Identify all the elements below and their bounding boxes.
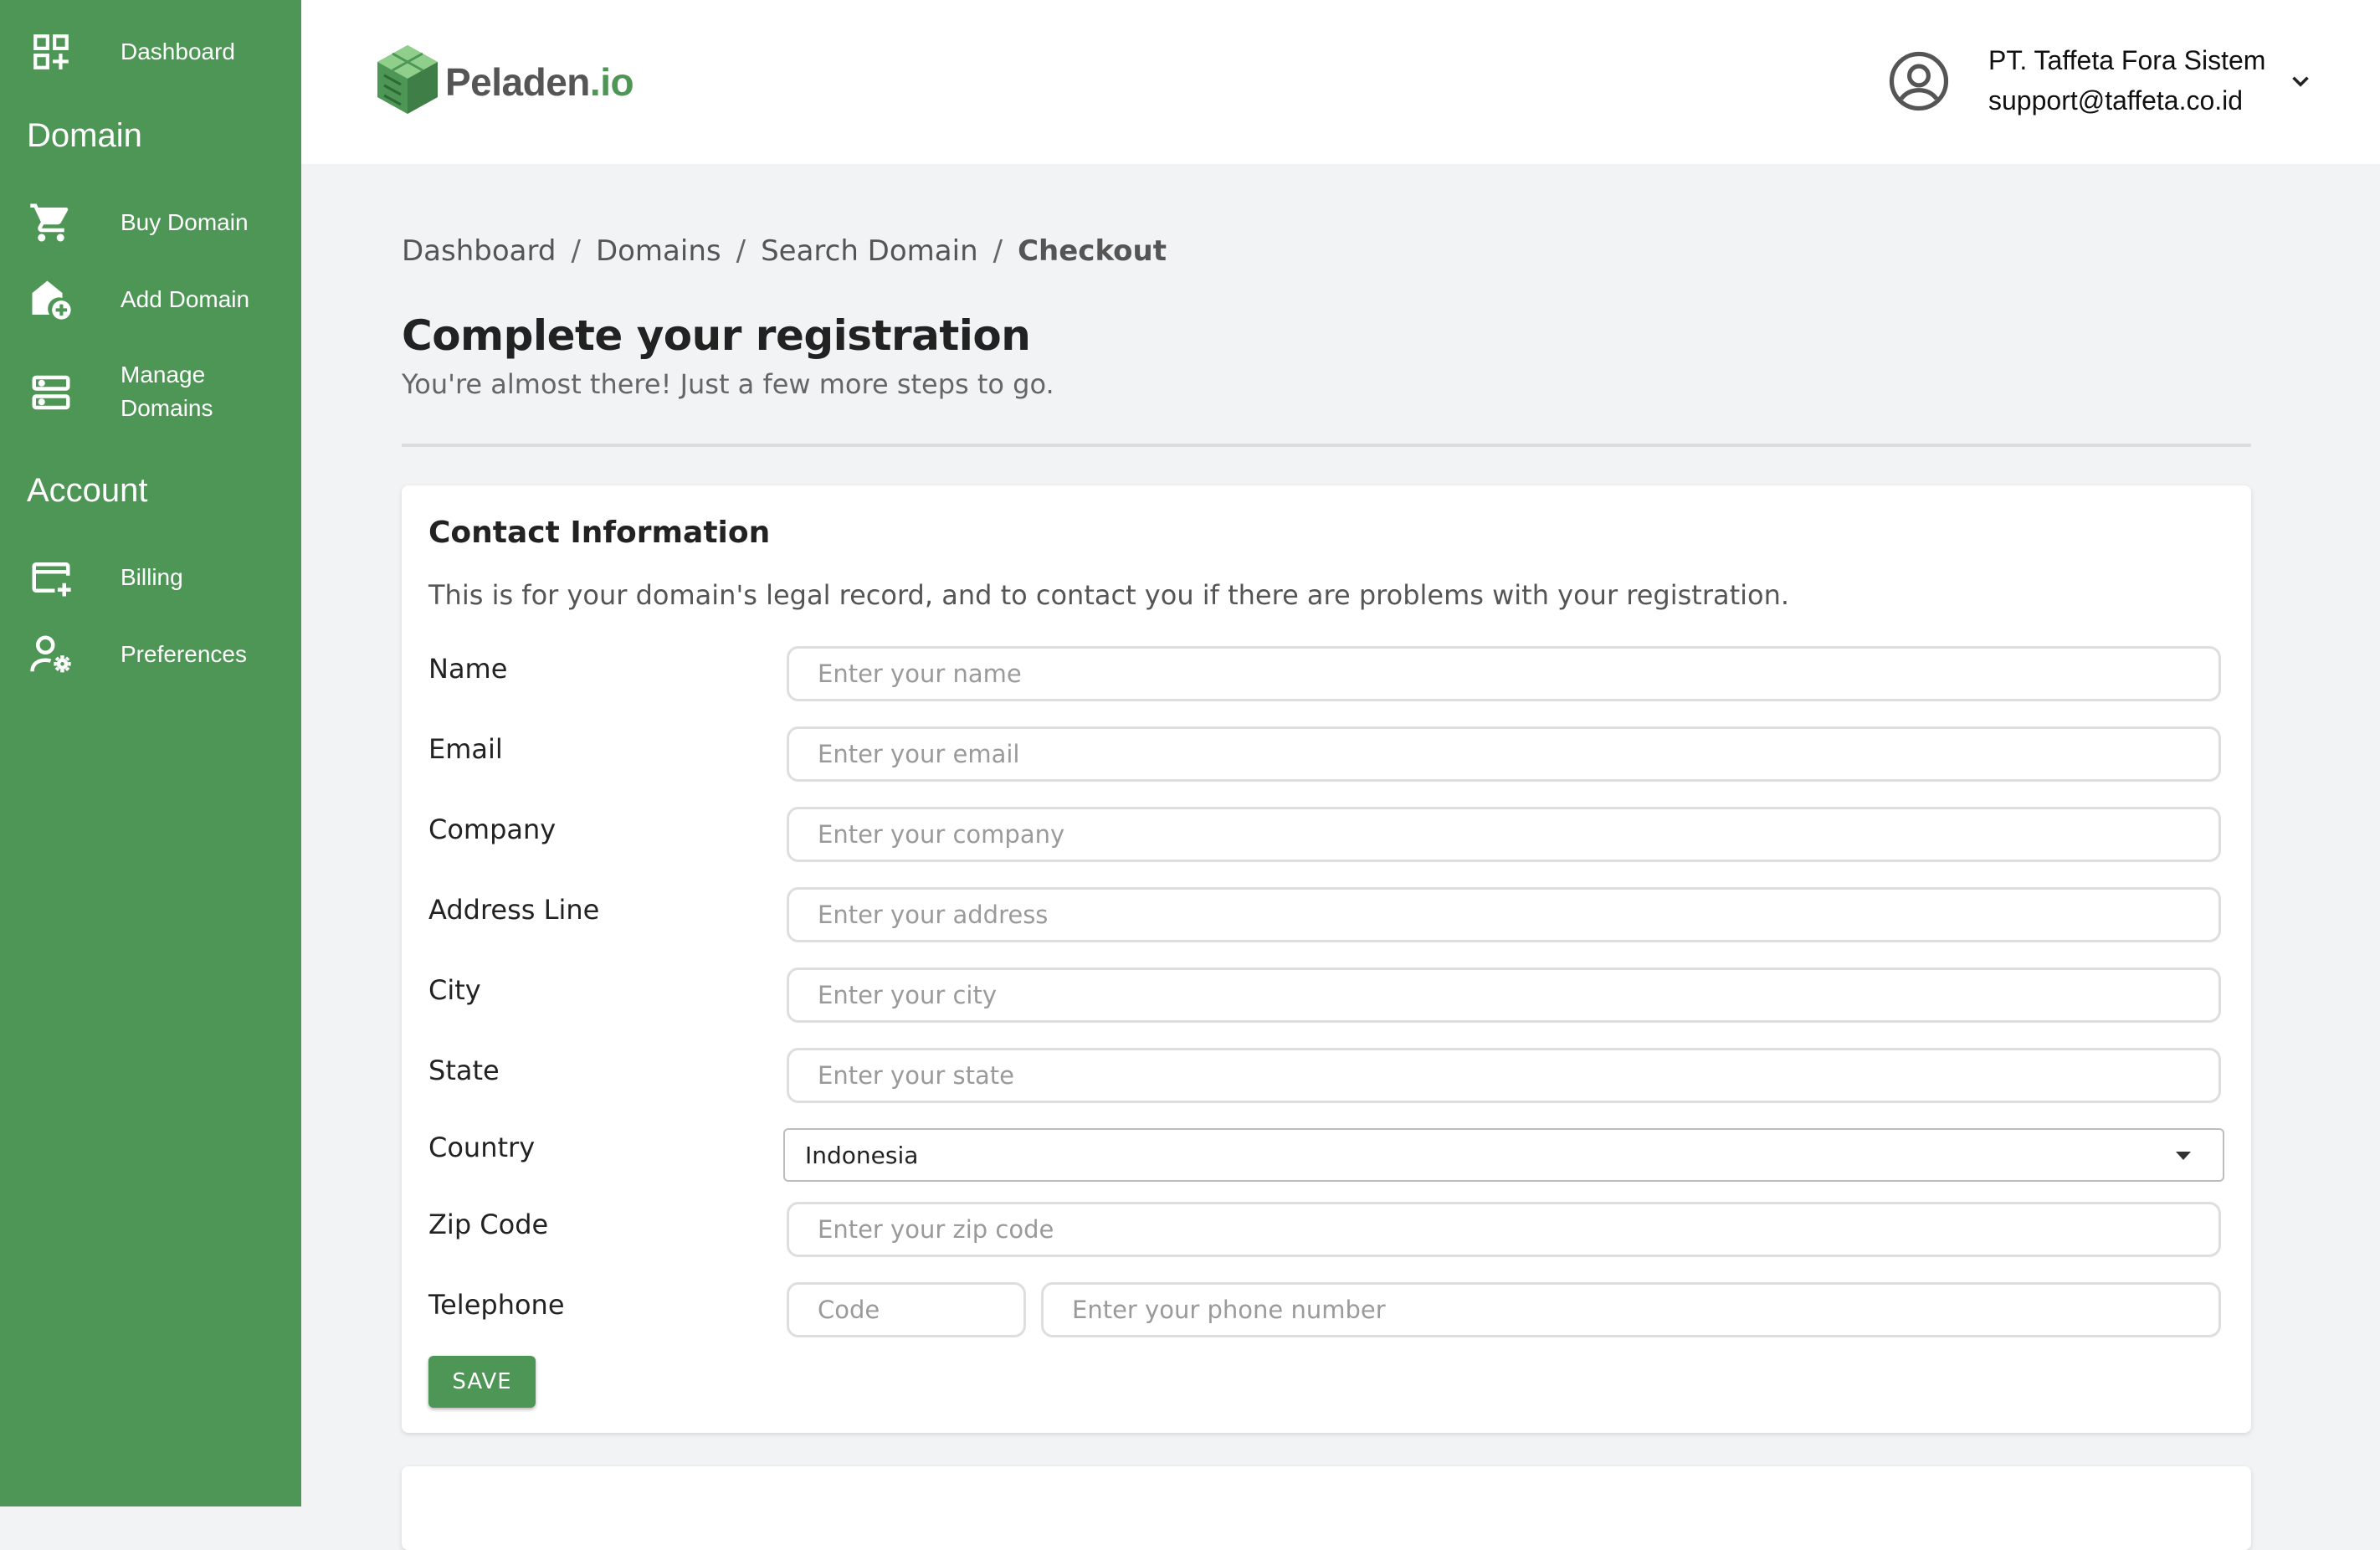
name-label: Name	[428, 653, 508, 685]
sidebar-item-label: Manage Domains	[121, 362, 213, 421]
state-input[interactable]	[787, 1048, 2221, 1103]
breadcrumb-domains[interactable]: Domains	[596, 234, 721, 268]
save-button[interactable]: SAVE	[428, 1356, 536, 1408]
company-label: Company	[428, 813, 557, 845]
breadcrumb-search-domain[interactable]: Search Domain	[761, 234, 978, 268]
sidebar-item-buy-domain[interactable]: Buy Domain	[0, 199, 301, 246]
divider	[402, 444, 2251, 447]
sidebar: Dashboard Domain Buy Domain Add Domain M…	[0, 0, 301, 1506]
city-input[interactable]	[787, 967, 2221, 1023]
sidebar-item-label: Add Domain	[121, 286, 250, 312]
sidebar-item-add-domain[interactable]: Add Domain	[0, 276, 301, 323]
user-email: support@taffeta.co.id	[1988, 85, 2244, 115]
zip-input[interactable]	[787, 1202, 2221, 1257]
logo[interactable]: Peladen.io	[373, 42, 634, 121]
top-header: Peladen.io PT. Taffeta Fora Sistem suppo…	[301, 0, 2380, 164]
email-input[interactable]	[787, 726, 2221, 782]
breadcrumb-separator: /	[736, 234, 746, 268]
address-label: Address Line	[428, 894, 600, 926]
state-label: State	[428, 1055, 500, 1086]
email-label: Email	[428, 733, 503, 765]
sidebar-section-domain: Domain	[27, 117, 142, 154]
user-name: PT. Taffeta Fora Sistem	[1988, 45, 2266, 75]
add-home-icon	[28, 277, 74, 322]
dns-icon	[28, 370, 74, 415]
zip-label: Zip Code	[428, 1209, 549, 1240]
breadcrumb-current: Checkout	[1018, 234, 1167, 268]
company-input[interactable]	[787, 807, 2221, 862]
country-label: Country	[428, 1132, 536, 1163]
dashboard-icon	[28, 29, 74, 74]
cart-icon	[28, 200, 74, 245]
sidebar-item-dashboard[interactable]: Dashboard	[0, 28, 301, 75]
sidebar-item-preferences[interactable]: Preferences	[0, 631, 301, 678]
city-label: City	[428, 974, 481, 1006]
page-subtitle: You're almost there! Just a few more ste…	[402, 368, 1054, 400]
country-select[interactable]: Indonesia	[783, 1128, 2224, 1182]
chevron-down-icon[interactable]	[2286, 67, 2315, 95]
page-title: Complete your registration	[402, 311, 1031, 360]
phone-number-input[interactable]	[1041, 1282, 2221, 1337]
card-description: This is for your domain's legal record, …	[428, 579, 1790, 611]
breadcrumb: Dashboard / Domains / Search Domain / Ch…	[402, 234, 1167, 268]
caret-down-icon	[2176, 1152, 2191, 1160]
name-input[interactable]	[787, 646, 2221, 701]
card-add-icon	[28, 555, 74, 600]
user-settings-icon	[28, 632, 74, 677]
breadcrumb-separator: /	[993, 234, 1003, 268]
sidebar-item-manage-domains[interactable]: Manage Domains	[0, 357, 301, 429]
country-select-value: Indonesia	[805, 1141, 919, 1169]
sidebar-item-label: Dashboard	[121, 38, 235, 64]
sidebar-item-label: Buy Domain	[121, 209, 249, 235]
breadcrumb-dashboard[interactable]: Dashboard	[402, 234, 556, 268]
sidebar-section-account: Account	[27, 472, 148, 509]
sidebar-item-billing[interactable]: Billing	[0, 554, 301, 601]
logo-text: Peladen.io	[445, 59, 634, 104]
user-avatar-icon[interactable]	[1886, 49, 1952, 114]
address-input[interactable]	[787, 887, 2221, 942]
card-title: Contact Information	[428, 516, 771, 550]
telephone-label: Telephone	[428, 1289, 565, 1321]
logo-cube-icon	[373, 42, 442, 121]
sidebar-item-label: Preferences	[121, 641, 247, 667]
sidebar-item-label: Billing	[121, 564, 183, 590]
breadcrumb-separator: /	[571, 234, 581, 268]
contact-information-card: Contact Information This is for your dom…	[402, 485, 2251, 1433]
next-card	[402, 1466, 2251, 1550]
phone-code-input[interactable]	[787, 1282, 1026, 1337]
